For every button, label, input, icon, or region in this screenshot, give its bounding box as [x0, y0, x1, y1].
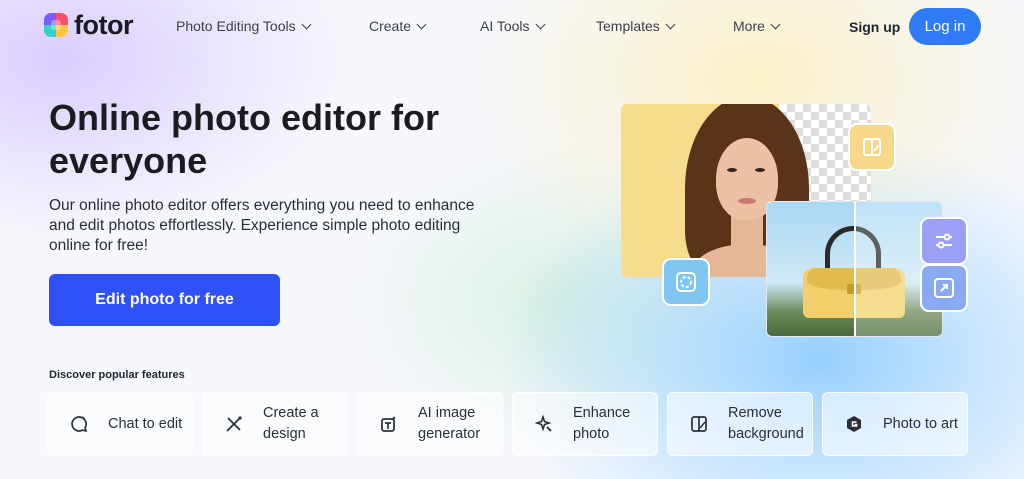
nav-item-label: Templates: [596, 18, 660, 34]
feature-chat-to-edit[interactable]: Chat to edit: [47, 392, 193, 456]
ai-text-image-icon: [378, 413, 400, 435]
adjust-sliders-icon: [920, 217, 968, 265]
feature-create-a-design[interactable]: Create a design: [202, 392, 348, 456]
chevron-down-icon: [665, 19, 676, 29]
remove-bg-icon: [662, 258, 710, 306]
chevron-down-icon: [301, 19, 312, 29]
nav-create[interactable]: Create: [369, 18, 427, 34]
feature-label: AI image generator: [418, 405, 481, 442]
nav-more[interactable]: More: [733, 18, 781, 34]
compare-icon: [848, 123, 896, 171]
feature-label: Enhance photo: [573, 405, 631, 442]
nav-ai-tools[interactable]: AI Tools: [480, 18, 545, 34]
fotor-logo-icon: [44, 13, 68, 37]
portrait-eye-left: [727, 168, 737, 172]
feature-ai-image-generator[interactable]: AI image generator: [357, 392, 503, 456]
log-in-button[interactable]: Log in: [909, 8, 981, 45]
edit-photo-button[interactable]: Edit photo for free: [49, 274, 280, 326]
feature-label: Photo to art: [883, 415, 958, 432]
remove-background-icon: [688, 413, 710, 435]
fotor-logo[interactable]: fotor: [44, 11, 133, 39]
feature-label: Chat to edit: [108, 415, 183, 432]
features-heading: Discover popular features: [49, 369, 185, 381]
hero-subtitle: Our online photo editor offers everythin…: [49, 197, 475, 254]
sign-up-link[interactable]: Sign up: [849, 19, 900, 35]
feature-label: Create a design: [263, 405, 319, 442]
top-navigation: fotor Photo Editing Tools Create AI Tool…: [0, 0, 1024, 54]
chat-sparkle-icon: [68, 413, 90, 435]
resize-icon: [920, 264, 968, 312]
nav-item-label: AI Tools: [480, 18, 530, 34]
enhance-sparkle-icon: [533, 413, 555, 435]
brand-name: fotor: [74, 10, 133, 40]
nav-item-label: Photo Editing Tools: [176, 18, 296, 34]
nav-photo-editing-tools[interactable]: Photo Editing Tools: [176, 18, 312, 34]
chevron-down-icon: [416, 19, 427, 29]
page-title: Online photo editor for everyone: [49, 97, 439, 181]
feature-photo-to-art[interactable]: Photo to art: [822, 392, 968, 456]
handbag-image: [766, 201, 943, 337]
before-after-divider: [854, 202, 856, 336]
feature-enhance-photo[interactable]: Enhance photo: [512, 392, 658, 456]
feature-label: Remove background: [728, 405, 804, 442]
feature-remove-background[interactable]: Remove background: [667, 392, 813, 456]
nav-item-label: Create: [369, 18, 412, 34]
chevron-down-icon: [535, 19, 545, 29]
nav-templates[interactable]: Templates: [596, 18, 676, 34]
feature-list: Chat to edit Create a design AI image ge…: [47, 392, 968, 456]
nav-item-label: More: [733, 18, 765, 34]
portrait-lips: [738, 198, 756, 204]
portrait-eye-right: [755, 168, 765, 172]
chevron-down-icon: [770, 19, 781, 29]
design-tools-icon: [223, 413, 245, 435]
photo-to-art-icon: [843, 413, 865, 435]
